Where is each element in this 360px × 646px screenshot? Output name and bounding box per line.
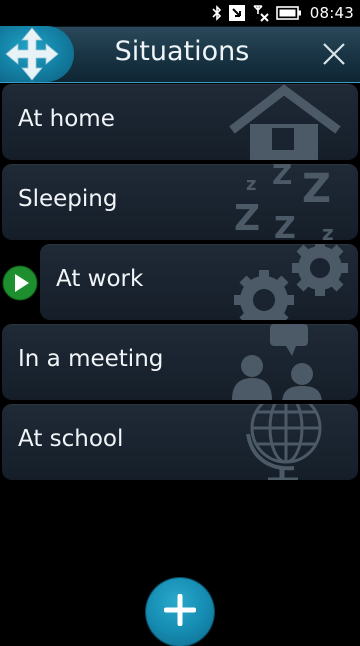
svg-text:Z: Z — [274, 211, 296, 240]
list-item-label: At work — [56, 266, 144, 292]
play-icon — [2, 265, 38, 305]
clock: 08:43 — [309, 4, 354, 22]
page-title: Situations — [114, 36, 250, 67]
status-bar: 08:43 — [0, 0, 360, 26]
close-icon — [318, 43, 350, 74]
list-item-at-work[interactable]: At work — [40, 244, 358, 320]
close-button[interactable] — [318, 38, 350, 70]
list-item-label: In a meeting — [18, 346, 164, 372]
gears-icon — [228, 244, 358, 320]
status-icons: 08:43 — [212, 3, 354, 23]
no-signal-icon — [252, 4, 270, 22]
svg-text:z: z — [246, 174, 256, 195]
battery-icon — [275, 5, 302, 21]
bluetooth-icon — [212, 5, 222, 21]
list-item-in-a-meeting[interactable]: In a meeting — [2, 324, 358, 400]
svg-text:Z: Z — [272, 164, 292, 191]
people-speech-icon — [228, 324, 358, 400]
globe-icon — [228, 404, 358, 480]
house-icon — [228, 84, 358, 160]
list-item-sleeping[interactable]: Sleeping z Z Z Z Z z — [2, 164, 358, 240]
add-situation-button[interactable] — [146, 578, 214, 646]
list-item-at-home[interactable]: At home — [2, 84, 358, 160]
list-item-label: At school — [18, 426, 124, 452]
list-item-at-school[interactable]: At school — [2, 404, 358, 480]
message-icon — [228, 4, 246, 22]
svg-text:Z: Z — [302, 166, 331, 212]
list-item-label: At home — [18, 106, 115, 132]
title-bar: Situations — [0, 26, 360, 83]
svg-text:Z: Z — [234, 198, 260, 239]
svg-text:z: z — [322, 221, 334, 240]
active-situation-indicator — [2, 265, 38, 301]
sleep-zzz-icon: z Z Z Z Z z — [228, 164, 358, 240]
list-item-label: Sleeping — [18, 186, 118, 212]
